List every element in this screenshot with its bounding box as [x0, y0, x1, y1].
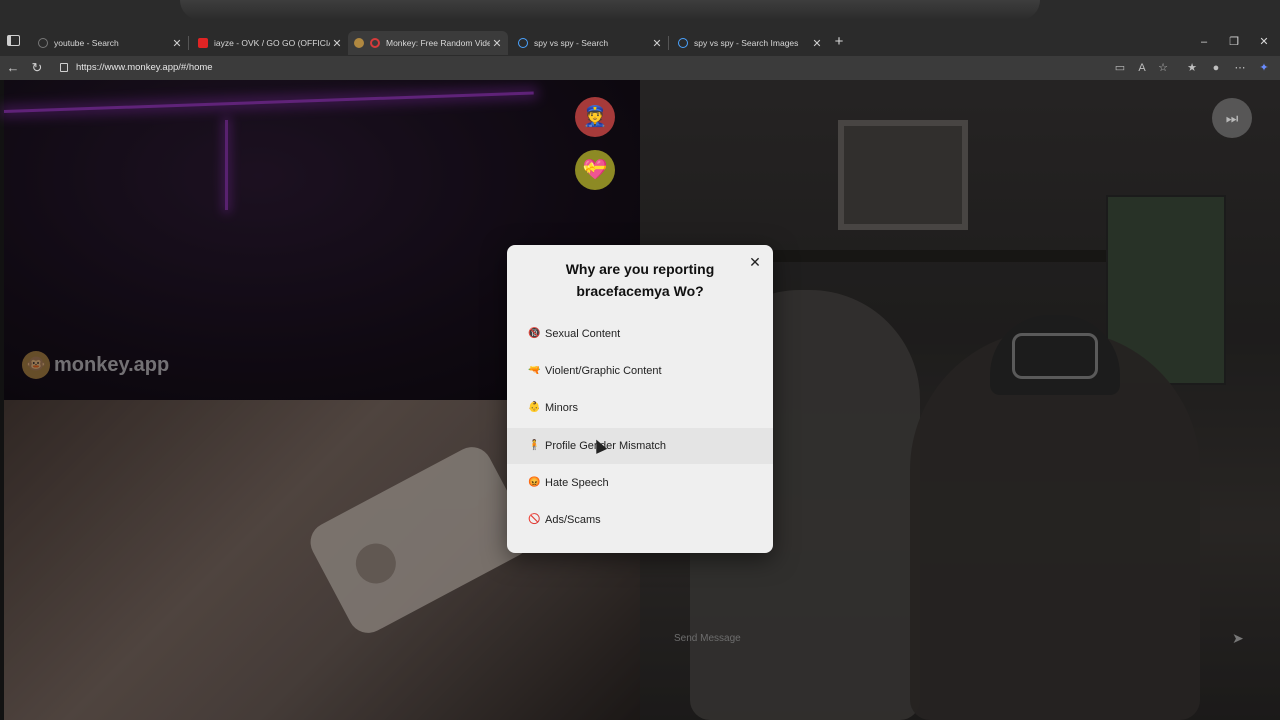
option-label: Violent/Graphic Content [545, 365, 662, 377]
brand-watermark: 🐵 monkey.app [22, 351, 169, 379]
tab-title: youtube - Search [54, 38, 119, 48]
person-icon: 🧍 [528, 440, 541, 451]
video-capture-icon[interactable]: ▭ [1112, 60, 1128, 76]
close-tab-icon[interactable]: ✕ [170, 37, 184, 50]
read-aloud-icon[interactable]: A [1134, 60, 1150, 76]
url-text: https://www.monkey.app/#/home [76, 62, 213, 73]
brand-name: monkey.app [54, 353, 170, 376]
close-tab-icon[interactable]: ✕ [810, 37, 824, 50]
browser-tab-bar: youtube - Search ✕ iayze - OVK / GO GO (… [0, 0, 1280, 56]
lock-icon [60, 63, 68, 72]
report-option-violent-content[interactable]: 🔫 Violent/Graphic Content [507, 353, 773, 389]
option-label: Ads/Scams [545, 514, 601, 526]
tab-youtube-search[interactable]: youtube - Search ✕ [28, 31, 188, 55]
close-tab-icon[interactable]: ✕ [650, 37, 664, 50]
monkey-icon [354, 38, 364, 48]
browser-toolbar: ← ↻ https://www.monkey.app/#/home ▭ A ☆ … [0, 56, 1280, 80]
prohibited-icon: 🚫 [528, 514, 541, 525]
tab-title: Monkey: Free Random Video [386, 38, 490, 48]
tab-title: spy vs spy - Search Images [694, 38, 799, 48]
back-arrow-icon[interactable]: ← [5, 60, 21, 76]
refresh-icon[interactable]: ↻ [29, 60, 45, 76]
close-tab-icon[interactable]: ✕ [490, 37, 504, 50]
search-icon [38, 38, 48, 48]
report-button[interactable]: 👮 [575, 97, 615, 137]
tab-title: spy vs spy - Search [534, 38, 609, 48]
no-adults-icon: 🔞 [528, 328, 541, 339]
skip-forward-icon: ⏭ [1225, 110, 1239, 126]
add-friend-button[interactable]: 💝 [575, 150, 615, 190]
child-icon: 👶 [528, 402, 541, 413]
tab-youtube-video[interactable]: iayze - OVK / GO GO (OFFICIAL M ✕ [188, 31, 348, 55]
report-option-hate-speech[interactable]: 😡 Hate Speech [507, 465, 773, 501]
report-modal-title: Why are you reporting bracefacemya Wo? [565, 261, 715, 299]
report-option-ads-scams[interactable]: 🚫 Ads/Scams [507, 502, 773, 538]
heart-icon: 💝 [582, 159, 608, 181]
search-icon [678, 38, 688, 48]
report-modal: ✕ Why are you reporting bracefacemya Wo?… [507, 245, 773, 553]
tab-spy-search[interactable]: spy vs spy - Search ✕ [508, 31, 668, 55]
tab-spy-images[interactable]: spy vs spy - Search Images ✕ [668, 31, 828, 55]
search-icon [518, 38, 528, 48]
minimize-icon[interactable]: – [1198, 34, 1210, 50]
profile-avatar-icon[interactable]: ● [1208, 60, 1224, 76]
youtube-icon [198, 38, 208, 48]
restore-icon[interactable]: ❐ [1228, 34, 1240, 50]
report-option-gender-mismatch[interactable]: 🧍 Profile Gender Mismatch [507, 428, 773, 464]
option-label: Minors [545, 402, 579, 414]
angry-face-icon: 😡 [528, 477, 541, 488]
send-message-input[interactable]: Send Message [674, 633, 741, 644]
tabbar-background [180, 0, 1040, 20]
option-label: Hate Speech [545, 477, 609, 489]
report-option-sexual-content[interactable]: 🔞 Sexual Content [507, 316, 773, 352]
close-tab-icon[interactable]: ✕ [330, 37, 344, 50]
send-icon[interactable]: ➤ [1232, 630, 1244, 647]
favorite-star-icon[interactable]: ☆ [1155, 60, 1171, 76]
tab-title: iayze - OVK / GO GO (OFFICIAL M [214, 38, 330, 48]
recording-icon [370, 38, 380, 48]
tab-actions-icon[interactable] [7, 35, 20, 46]
copilot-icon[interactable]: ✦ [1256, 60, 1272, 76]
option-label: Sexual Content [545, 328, 621, 340]
police-officer-icon: 👮 [582, 106, 608, 128]
tab-monkey[interactable]: Monkey: Free Random Video ✕ [348, 31, 508, 55]
address-bar[interactable]: https://www.monkey.app/#/home [52, 58, 1180, 78]
report-option-minors[interactable]: 👶 Minors [507, 390, 773, 426]
new-tab-button[interactable]: + [832, 34, 846, 50]
monkey-logo-icon: 🐵 [22, 351, 50, 379]
favorites-icon[interactable]: ★ [1184, 60, 1200, 76]
more-menu-icon[interactable]: ⋯ [1232, 60, 1248, 76]
close-window-icon[interactable]: ✕ [1258, 34, 1270, 50]
water-pistol-icon: 🔫 [528, 365, 541, 376]
skip-button[interactable]: ⏭ [1212, 98, 1252, 138]
